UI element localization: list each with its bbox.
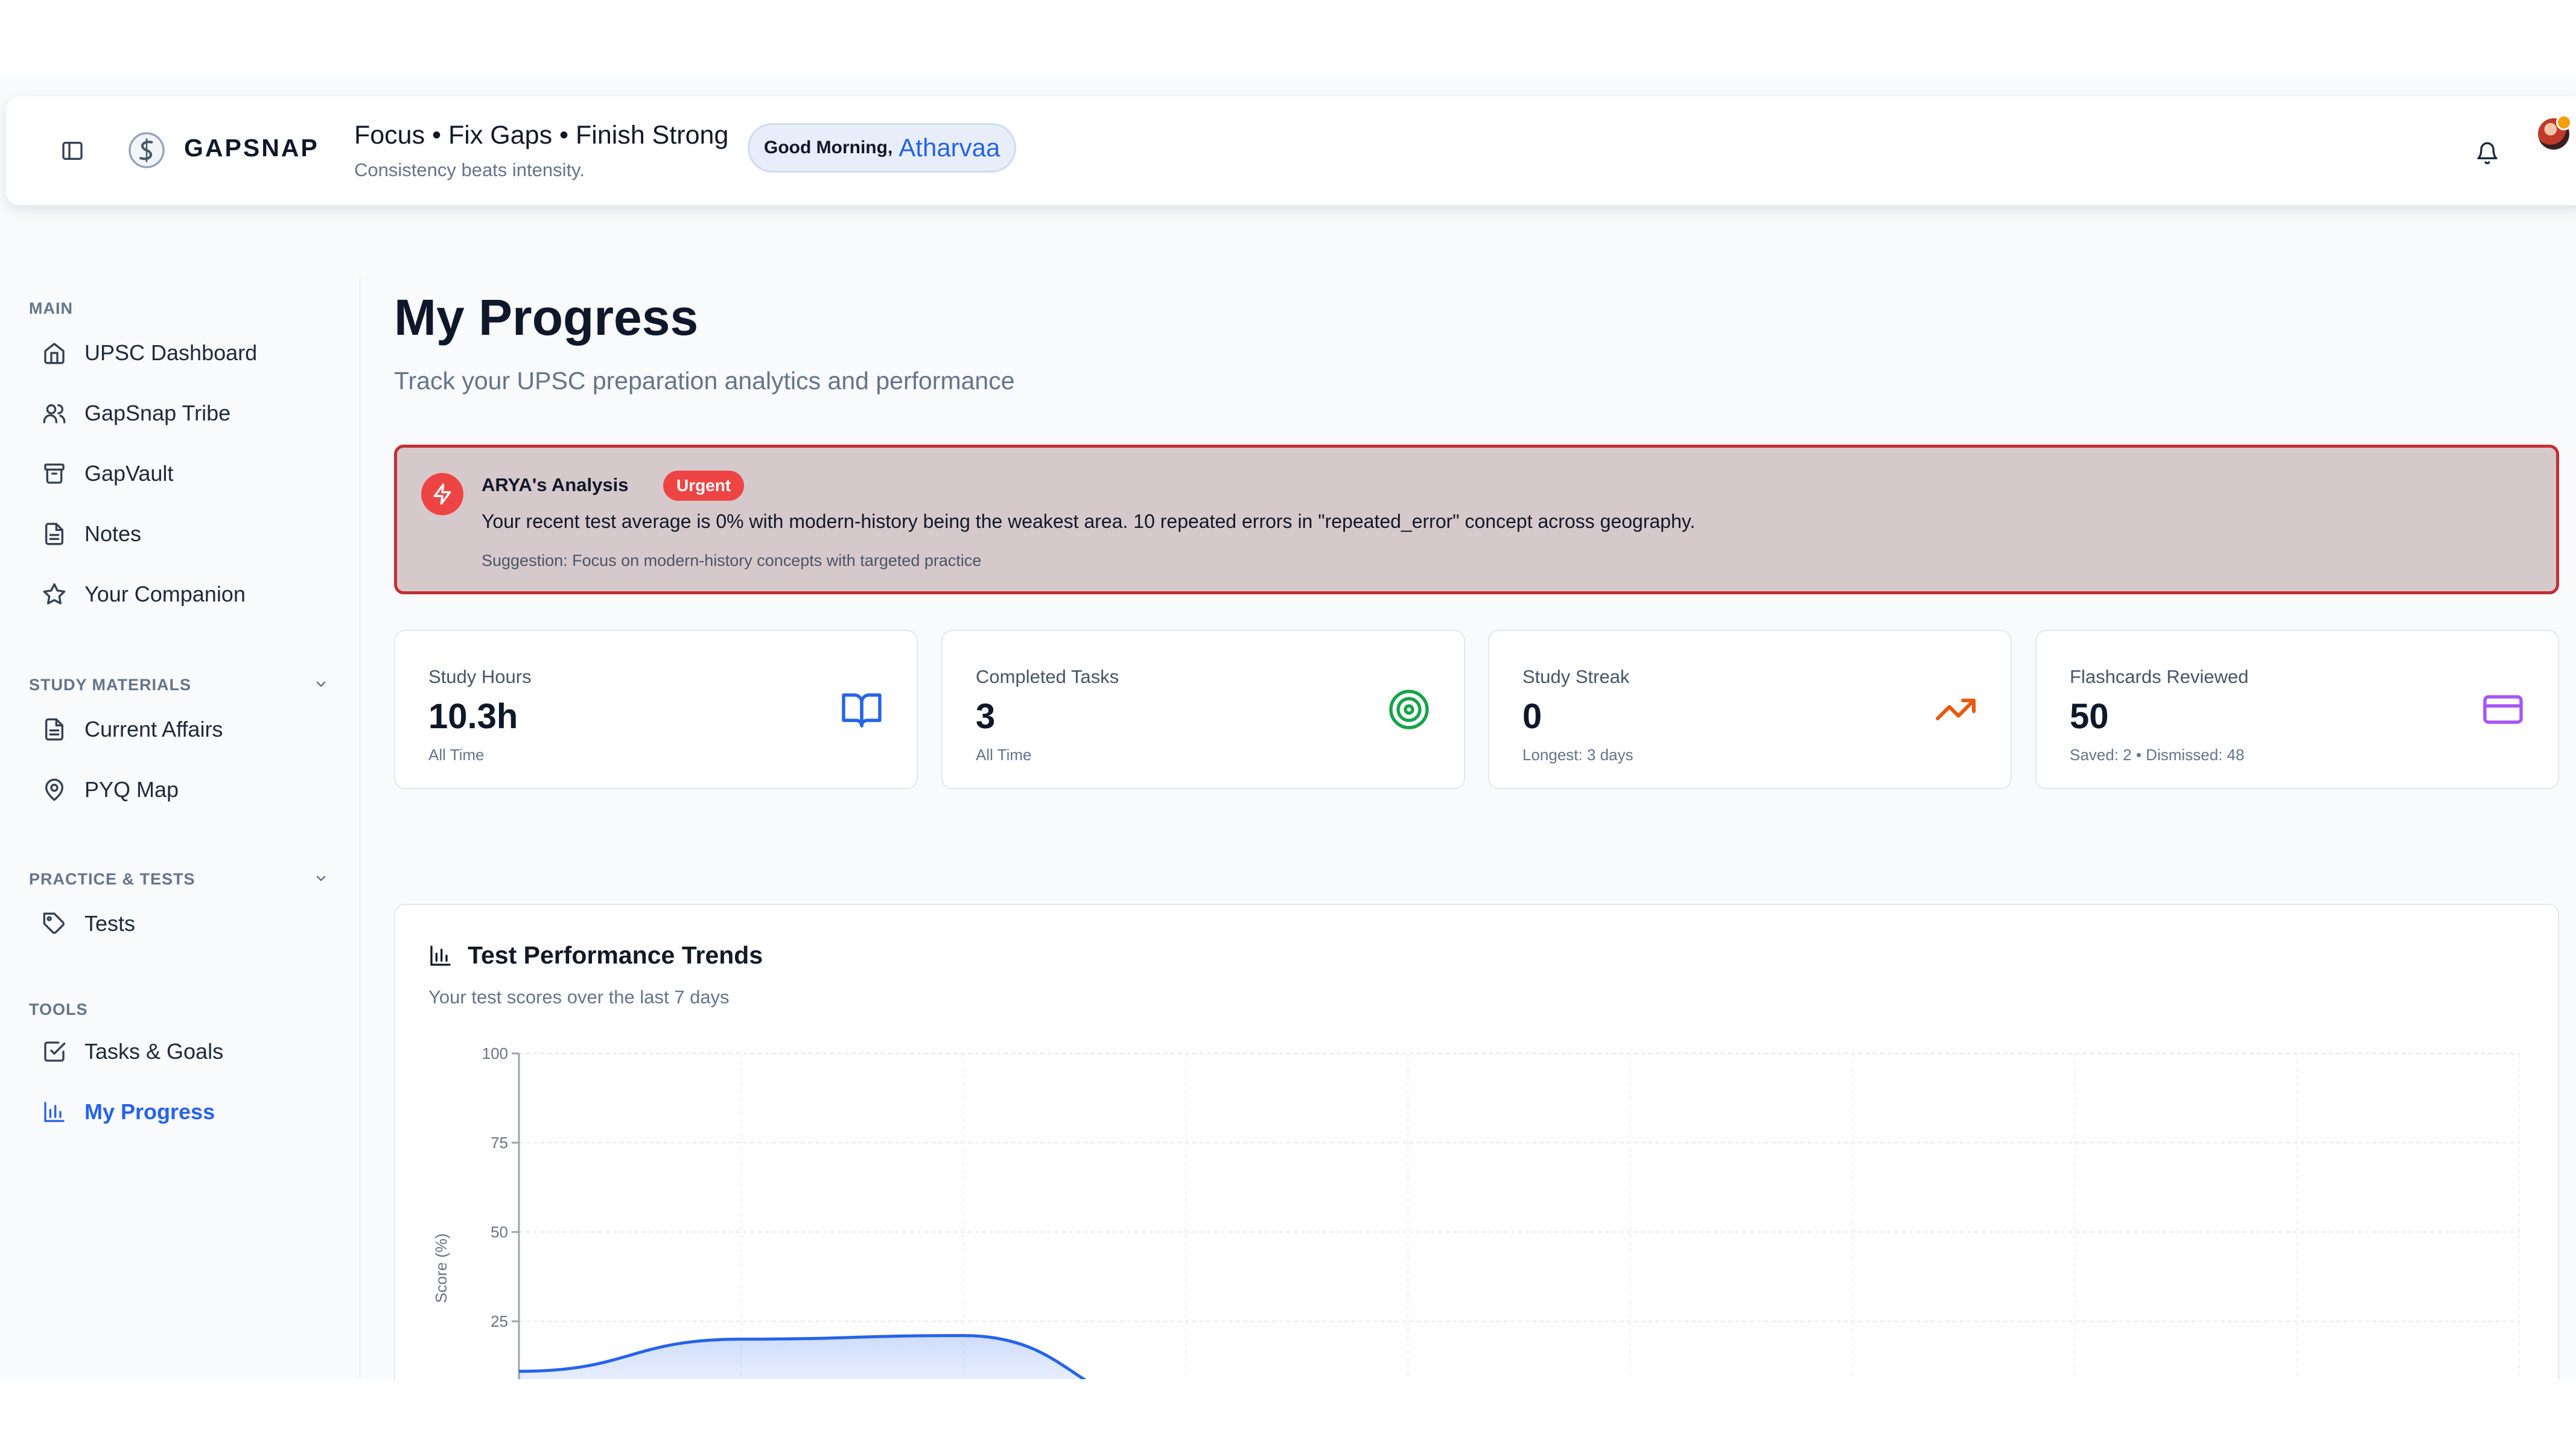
- arya-analysis-alert: ARYA's Analysis Urgent Your recent test …: [394, 445, 2559, 594]
- page-subtitle: Track your UPSC preparation analytics an…: [394, 367, 1015, 395]
- sidebar-item-gapsnap-tribe[interactable]: GapSnap Tribe: [42, 392, 344, 434]
- chevron-down-icon[interactable]: [314, 677, 328, 691]
- stat-value: 50: [2070, 697, 2109, 736]
- file-text-icon: [45, 718, 64, 741]
- section-label-study-materials[interactable]: STUDY MATERIALS: [29, 676, 191, 694]
- section-label-tools: TOOLS: [29, 1000, 88, 1018]
- zap-icon: [421, 473, 463, 515]
- sidebar-toggle-icon[interactable]: [60, 139, 84, 163]
- stat-label: Study Hours: [428, 666, 532, 687]
- stat-label: Completed Tasks: [976, 666, 1119, 687]
- stat-card-completed-tasks: Completed Tasks 3 All Time: [941, 630, 1465, 789]
- sidebar-item-gapvault[interactable]: GapVault: [42, 453, 344, 495]
- sidebar-item-label: GapSnap Tribe: [84, 401, 231, 425]
- y-tick-label: 50: [491, 1223, 508, 1241]
- stat-note: All Time: [976, 746, 1032, 764]
- sidebar-item-pyq-map[interactable]: PYQ Map: [42, 769, 344, 811]
- trending-up-icon: [1936, 699, 1976, 720]
- stat-note: All Time: [428, 746, 485, 764]
- greeting-prefix: Good Morning,: [764, 138, 893, 157]
- series-area: [519, 1335, 1084, 1379]
- greeting-badge: Good Morning, Atharvaa: [748, 123, 1017, 173]
- sidebar-item-label: Current Affairs: [84, 717, 223, 741]
- credit-card-icon: [2483, 695, 2523, 724]
- test-performance-card: Test Performance Trends Your test scores…: [394, 904, 2559, 1379]
- sidebar-item-notes[interactable]: Notes: [42, 513, 344, 555]
- sidebar-item-label: GapVault: [84, 461, 174, 486]
- sidebar-item-tasks-goals[interactable]: Tasks & Goals: [42, 1030, 344, 1073]
- sidebar-item-label: Your Companion: [84, 582, 246, 606]
- tag-icon: [43, 912, 65, 934]
- sidebar-item-label: My Progress: [84, 1099, 215, 1124]
- brand-name: GAPSNAP: [184, 134, 319, 162]
- stat-note: Longest: 3 days: [1522, 746, 1633, 764]
- sidebar-item-upsc-dashboard[interactable]: UPSC Dashboard: [42, 332, 344, 374]
- main-content: My Progress Track your UPSC preparation …: [362, 288, 2576, 1379]
- section-label-main: MAIN: [29, 299, 73, 317]
- sidebar-item-your-companion[interactable]: Your Companion: [42, 573, 344, 615]
- sidebar-item-tests[interactable]: Tests: [42, 903, 344, 945]
- stat-value: 3: [976, 697, 996, 736]
- sidebar-item-my-progress[interactable]: My Progress: [42, 1091, 344, 1133]
- alert-suggestion: Suggestion: Focus on modern-history conc…: [482, 551, 982, 570]
- sidebar-item-label: Tests: [84, 911, 136, 936]
- urgent-badge: Urgent: [663, 471, 745, 501]
- book-open-icon: [842, 693, 882, 728]
- map-pin-icon: [45, 778, 64, 801]
- sidebar-item-label: Tasks & Goals: [84, 1039, 224, 1064]
- header-tagline: Focus • Fix Gaps • Finish Strong: [354, 121, 729, 150]
- stat-card-study-streak: Study Streak 0 Longest: 3 days: [1488, 630, 2012, 789]
- stat-note: Saved: 2 • Dismissed: 48: [2070, 746, 2245, 764]
- chevron-down-icon[interactable]: [314, 871, 328, 886]
- top-header: GAPSNAP Focus • Fix Gaps • Finish Strong…: [6, 97, 2576, 205]
- y-tick-label: 75: [491, 1134, 508, 1152]
- sidebar-item-label: Notes: [84, 521, 142, 546]
- y-tick-label: 100: [482, 1044, 508, 1062]
- sidebar-item-label: PYQ Map: [84, 777, 179, 802]
- bar-chart-icon: [44, 1102, 65, 1122]
- y-tick-label: 25: [491, 1312, 508, 1330]
- file-text-icon: [45, 522, 64, 545]
- header-subtagline: Consistency beats intensity.: [354, 159, 585, 180]
- app-root: GAPSNAP Focus • Fix Gaps • Finish Strong…: [0, 77, 2576, 1379]
- stat-value: 10.3h: [428, 697, 518, 736]
- target-icon: [1389, 690, 1429, 729]
- gapsnap-logo-icon: [129, 132, 165, 168]
- sidebar-item-label: UPSC Dashboard: [84, 340, 258, 365]
- section-label-practice-tests[interactable]: PRACTICE & TESTS: [29, 870, 196, 889]
- sidebar: MAIN UPSC Dashboard GapSnap Tribe GapVau…: [6, 276, 361, 1379]
- alert-message: Your recent test average is 0% with mode…: [482, 510, 1696, 532]
- stat-label: Study Streak: [1522, 666, 1630, 687]
- stat-value: 0: [1522, 697, 1542, 736]
- alert-title: ARYA's Analysis: [482, 474, 629, 495]
- y-axis-label: Score (%): [432, 1233, 450, 1303]
- check-square-icon: [44, 1041, 66, 1062]
- users-icon: [43, 404, 66, 424]
- test-performance-chart: 0255075100Score (%): [432, 1044, 2520, 1379]
- stat-label: Flashcards Reviewed: [2070, 666, 2249, 687]
- bell-icon[interactable]: [2475, 141, 2499, 165]
- stat-card-study-hours: Study Hours 10.3h All Time: [394, 630, 918, 789]
- star-icon: [43, 583, 66, 605]
- sidebar-item-current-affairs[interactable]: Current Affairs: [42, 708, 344, 751]
- page-title: My Progress: [394, 289, 699, 346]
- home-icon: [44, 343, 65, 364]
- notification-dot: [2556, 115, 2572, 130]
- greeting-name: Atharvaa: [898, 133, 1000, 162]
- archive-icon: [44, 463, 65, 484]
- stat-card-flashcards-reviewed: Flashcards Reviewed 50 Saved: 2 • Dismis…: [2035, 630, 2559, 789]
